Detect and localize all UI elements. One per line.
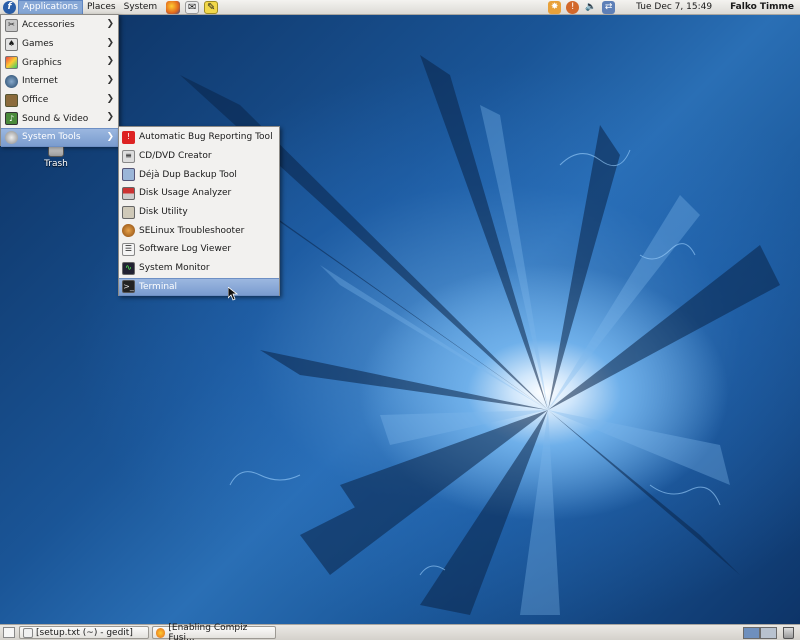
taskbar-label: [setup.txt (~) - gedit]	[36, 627, 133, 638]
sound-video-icon: ♪	[5, 112, 18, 126]
menu-item-label: System Tools	[22, 132, 81, 143]
menu-item-label: Disk Usage Analyzer	[139, 188, 232, 199]
show-desktop-icon[interactable]	[3, 627, 15, 638]
gedit-icon	[23, 627, 33, 638]
top-panel: f Applications Places System ✉ ✎ ✸ ! 🔈 ⇄…	[0, 0, 800, 15]
workspace-1[interactable]	[743, 626, 760, 639]
disk-usage-icon	[122, 186, 135, 200]
menu-item-deja-dup[interactable]: Déjà Dup Backup Tool	[119, 165, 279, 184]
applications-menu[interactable]: Applications	[18, 0, 83, 15]
menu-item-label: Accessories	[22, 20, 75, 31]
system-tools-submenu: ! Automatic Bug Reporting Tool ≡ CD/DVD …	[118, 126, 280, 297]
menu-item-label: Déjà Dup Backup Tool	[139, 169, 237, 180]
update-notifier-icon[interactable]: ✸	[548, 0, 562, 14]
chevron-right-icon: ❯	[106, 75, 114, 86]
games-icon: ♠	[5, 37, 18, 51]
bug-report-icon: !	[122, 130, 135, 144]
panel-tray: ✸ ! 🔈 ⇄ Tue Dec 7, 15:49 Falko Timme	[548, 0, 800, 15]
menu-item-label: Graphics	[22, 57, 62, 68]
user-switcher[interactable]: Falko Timme	[730, 2, 794, 12]
chevron-right-icon: ❯	[106, 19, 114, 29]
trash-applet-icon[interactable]	[783, 626, 794, 639]
workspace-2[interactable]	[760, 626, 777, 639]
chevron-right-icon: ❯	[106, 37, 114, 48]
volume-icon[interactable]: 🔈	[584, 1, 597, 14]
clock[interactable]: Tue Dec 7, 15:49	[636, 2, 712, 12]
accessories-icon: ✂	[5, 18, 18, 32]
menu-item-label: Office	[22, 95, 49, 106]
chevron-right-icon: ❯	[106, 132, 114, 143]
places-menu[interactable]: Places	[83, 0, 120, 15]
taskbar-button-gedit[interactable]: [setup.txt (~) - gedit]	[19, 626, 149, 639]
menu-item-disk-utility[interactable]: Disk Utility	[119, 203, 279, 222]
bottom-panel: [setup.txt (~) - gedit] [Enabling Compiz…	[0, 622, 800, 640]
chevron-right-icon: ❯	[106, 112, 114, 123]
mouse-cursor-icon	[228, 287, 238, 301]
office-icon	[5, 93, 18, 107]
menu-item-label: Software Log Viewer	[139, 244, 232, 255]
internet-icon	[5, 74, 18, 88]
menu-item-cd-dvd-creator[interactable]: ≡ CD/DVD Creator	[119, 147, 279, 166]
menu-item-accessories[interactable]: ✂ Accessories ❯	[1, 16, 118, 35]
menu-item-label: Automatic Bug Reporting Tool	[139, 132, 273, 143]
graphics-icon	[5, 56, 18, 70]
email-launcher-icon[interactable]: ✉	[185, 0, 200, 14]
menu-item-office[interactable]: Office ❯	[1, 91, 118, 110]
system-menu[interactable]: System	[120, 0, 162, 15]
menu-item-internet[interactable]: Internet ❯	[1, 72, 118, 91]
system-monitor-icon: ∿	[122, 261, 135, 275]
desktop-icon-trash[interactable]: Trash	[34, 143, 78, 169]
terminal-icon: >_	[122, 280, 135, 294]
applications-dropdown: ✂ Accessories ❯ ♠ Games ❯ Graphics ❯ Int…	[0, 14, 119, 147]
chevron-right-icon: ❯	[106, 93, 114, 104]
firefox-launcher-icon[interactable]	[166, 0, 181, 14]
menu-item-label: Internet	[22, 76, 58, 87]
menu-item-system-monitor[interactable]: ∿ System Monitor	[119, 259, 279, 278]
menu-item-label: Disk Utility	[139, 207, 188, 218]
alert-icon[interactable]: !	[566, 0, 580, 14]
desktop-background	[0, 15, 800, 624]
workspace-switcher	[743, 626, 777, 639]
menu-item-label: Sound & Video	[22, 113, 89, 124]
menu-item-graphics[interactable]: Graphics ❯	[1, 53, 118, 72]
log-viewer-icon: ☰	[122, 242, 135, 256]
panel-menu-bar: f Applications Places System	[0, 0, 161, 15]
cd-dvd-icon: ≡	[122, 149, 135, 163]
disk-utility-icon	[122, 205, 135, 219]
backup-icon	[122, 168, 135, 182]
chevron-right-icon: ❯	[106, 56, 114, 67]
menu-item-label: Terminal	[139, 281, 178, 292]
menu-item-bug-reporting[interactable]: ! Automatic Bug Reporting Tool	[119, 128, 279, 147]
notes-launcher-icon[interactable]: ✎	[204, 0, 219, 14]
system-tools-icon	[5, 130, 18, 144]
network-icon[interactable]: ⇄	[602, 0, 616, 14]
menu-item-label: System Monitor	[139, 263, 210, 274]
desktop-icon-label: Trash	[44, 159, 68, 169]
menu-item-selinux[interactable]: SELinux Troubleshooter	[119, 221, 279, 240]
wallpaper-shards	[180, 55, 780, 615]
selinux-icon	[122, 224, 135, 238]
fedora-logo-icon[interactable]: f	[3, 0, 16, 14]
menu-item-label: CD/DVD Creator	[139, 151, 212, 162]
menu-item-disk-usage[interactable]: Disk Usage Analyzer	[119, 184, 279, 203]
menu-item-label: SELinux Troubleshooter	[139, 225, 245, 236]
taskbar-label: [Enabling Compiz Fusi...	[168, 622, 248, 640]
menu-item-log-viewer[interactable]: ☰ Software Log Viewer	[119, 240, 279, 259]
firefox-icon	[156, 627, 166, 638]
menu-item-system-tools[interactable]: System Tools ❯	[1, 128, 118, 147]
menu-item-terminal[interactable]: >_ Terminal	[119, 277, 279, 297]
menu-item-sound-video[interactable]: ♪ Sound & Video ❯	[1, 109, 118, 128]
taskbar-button-browser[interactable]: [Enabling Compiz Fusi...	[152, 622, 276, 640]
menu-item-label: Games	[22, 39, 54, 50]
menu-item-games[interactable]: ♠ Games ❯	[1, 35, 118, 54]
